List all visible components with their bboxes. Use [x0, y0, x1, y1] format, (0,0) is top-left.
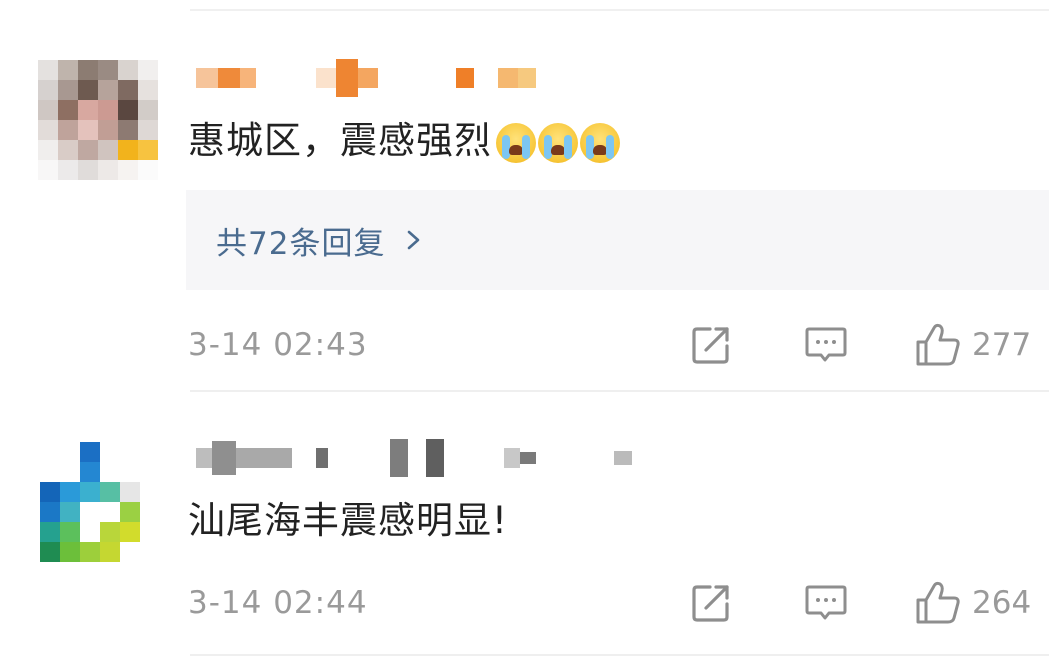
reply-button[interactable] — [804, 582, 848, 624]
comment-icon — [805, 327, 847, 362]
username[interactable] — [196, 438, 676, 478]
comment-icon — [805, 585, 847, 620]
comment-text: 惠城区，震感强烈 — [188, 116, 620, 166]
repost-icon — [692, 327, 729, 364]
loudly-crying-face-emoji — [538, 122, 578, 163]
thumbs-up-icon — [916, 323, 960, 366]
thumbs-up-icon — [916, 581, 960, 624]
timestamp: 3-14 02:43 — [188, 327, 368, 363]
comment-meta: 3-14 02:43 277 — [188, 320, 1049, 370]
like-button[interactable]: 264 — [914, 580, 1031, 626]
like-count: 264 — [972, 585, 1032, 621]
like-button[interactable]: 277 — [914, 322, 1031, 368]
repost-button[interactable] — [690, 582, 732, 624]
comment-item: 惠城区，震感强烈 共72条回复 3-14 02:43 277 — [0, 0, 1049, 392]
avatar[interactable] — [40, 442, 160, 562]
repost-icon — [692, 585, 729, 622]
repost-button[interactable] — [690, 324, 732, 366]
comment-item: 汕尾海丰震感明显! 3-14 02:44 264 — [0, 392, 1049, 670]
chevron-right-icon — [408, 230, 420, 250]
comment-feed: 惠城区，震感强烈 共72条回复 3-14 02:43 277 汕尾海丰震感明显!… — [0, 0, 1049, 670]
divider — [190, 654, 1049, 656]
emoji-group — [496, 122, 620, 163]
like-count: 277 — [972, 327, 1032, 363]
loudly-crying-face-emoji — [496, 122, 536, 163]
comment-meta: 3-14 02:44 264 — [188, 578, 1049, 628]
comment-text: 汕尾海丰震感明显! — [188, 499, 508, 542]
loudly-crying-face-emoji — [580, 122, 620, 163]
username[interactable] — [196, 58, 676, 98]
view-replies-link[interactable]: 共72条回复 — [216, 218, 425, 263]
reply-button[interactable] — [804, 324, 848, 366]
replies-count-label: 共72条回复 — [216, 225, 386, 262]
replies-panel[interactable]: 共72条回复 — [186, 190, 1049, 290]
timestamp: 3-14 02:44 — [188, 585, 368, 621]
avatar[interactable] — [38, 60, 158, 180]
